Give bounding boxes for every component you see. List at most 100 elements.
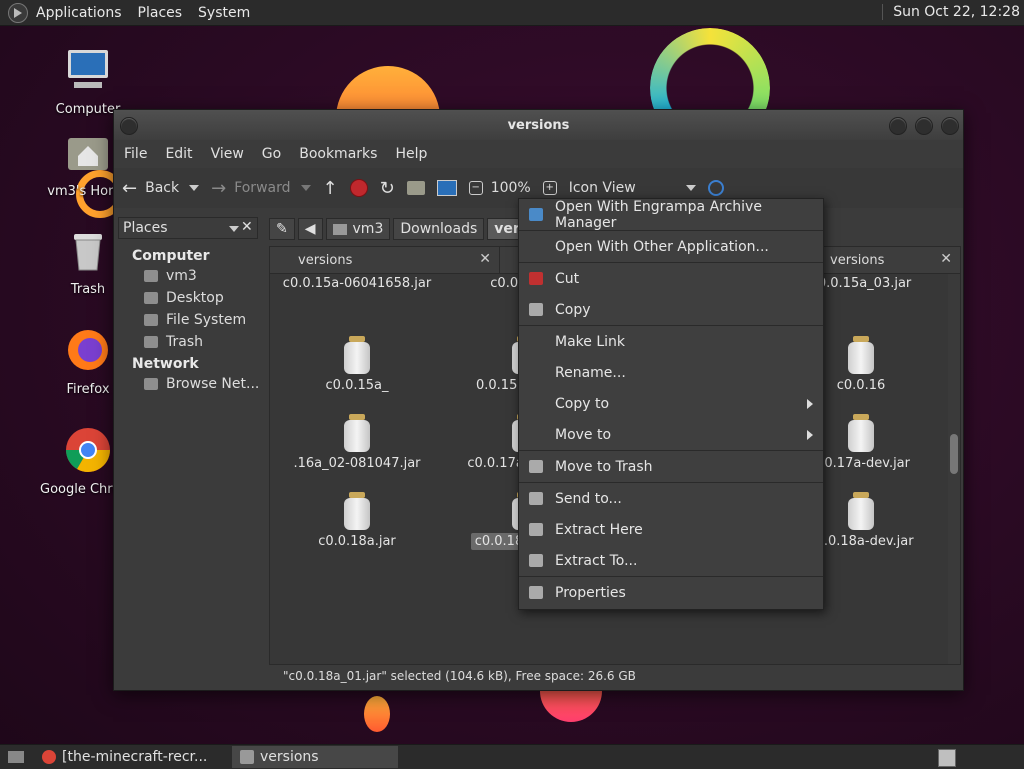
chevron-left-icon: ◀ [304,221,316,237]
file-item[interactable]: c0.0.15a_ [282,336,432,393]
computer-button[interactable] [436,180,457,196]
up-button[interactable]: ↑ [323,178,338,199]
chevron-down-icon[interactable] [300,185,311,191]
close-icon[interactable]: ✕ [479,251,491,267]
close-icon[interactable]: ✕ [940,251,952,267]
menu-item-rename[interactable]: Rename... [519,357,823,388]
trash-icon [529,460,543,473]
jar-file-icon [342,336,372,374]
desktop-icon [8,751,24,763]
menu-item-properties[interactable]: Properties [519,577,823,608]
menu-item-cut[interactable]: Cut [519,263,823,294]
taskbar-item-versions[interactable]: versions [232,746,398,768]
send-icon [529,492,543,505]
trash-icon [74,234,102,271]
menu-item-copy[interactable]: Copy [519,294,823,325]
firefox-icon [68,330,108,370]
forward-button[interactable]: → Forward [211,178,311,199]
menu-item-make-link[interactable]: Make Link [519,326,823,357]
clock[interactable]: Sun Oct 22, 12:28 [882,4,1020,20]
desktop-icon-computer[interactable]: Computer [40,46,136,117]
path-segment-downloads[interactable]: Downloads [393,218,485,240]
menu-applications[interactable]: Applications [36,5,122,21]
maximize-button[interactable] [915,117,933,135]
home-folder-icon [144,270,158,282]
window-menu-button[interactable] [120,117,138,135]
workspace-switcher[interactable] [938,749,956,767]
menu-item-copy-to[interactable]: Copy to [519,388,823,419]
archive-manager-icon [529,208,543,221]
file-name: 0.0.17a-dev.jar [812,456,910,471]
computer-icon [436,180,457,196]
home-button[interactable] [406,181,425,195]
scrollbar-thumb[interactable] [950,434,958,474]
menu-bookmarks[interactable]: Bookmarks [299,146,377,162]
file-name: c0.0.15a_ [325,378,389,393]
jar-file-icon [342,414,372,452]
menu-item-move-to[interactable]: Move to [519,419,823,450]
file-name: c0.0.15a_03.jar [810,276,912,291]
sidebar-selector[interactable]: Places ✕ [118,217,258,239]
chevron-down-icon[interactable] [189,185,200,191]
file-item[interactable]: c0.0.15a-06041658.jar [282,276,432,291]
sidebar-item-file-system[interactable]: File System [144,312,262,328]
file-name: c0.0.18a.jar [318,534,396,549]
menu-places[interactable]: Places [138,5,183,21]
path-segment-vm3[interactable]: vm3 [325,218,391,240]
zoom-in-button[interactable]: + [542,181,557,195]
menu-item-move-to-trash[interactable]: Move to Trash [519,451,823,482]
menu-view[interactable]: View [211,146,244,162]
sidebar-item-trash[interactable]: Trash [144,334,262,350]
menu-edit[interactable]: Edit [165,146,192,162]
stop-button[interactable] [349,179,368,197]
search-button[interactable] [707,180,724,196]
mate-logo-icon[interactable] [8,2,28,23]
extract-icon [529,554,543,567]
menu-item-open-with-engrampa[interactable]: Open With Engrampa Archive Manager [519,199,823,231]
window-titlebar[interactable]: versions [114,110,963,140]
menu-system[interactable]: System [198,5,250,21]
sidebar-section-network: Network [132,356,199,372]
extract-icon [529,523,543,536]
back-button[interactable]: ← Back [122,178,200,199]
show-desktop-button[interactable] [0,746,32,768]
chevron-down-icon [229,226,239,232]
menu-item-extract-to[interactable]: Extract To... [519,545,823,576]
close-button[interactable] [941,117,959,135]
sidebar-item-browse-network[interactable]: Browse Net... [144,376,262,392]
sidebar-item-desktop[interactable]: Desktop [144,290,262,306]
home-folder-icon [68,138,108,170]
sidebar-item-vm3[interactable]: vm3 [144,268,262,284]
view-mode-select[interactable]: Icon View [569,180,696,196]
context-menu: Open With Engrampa Archive Manager Open … [518,198,824,610]
file-item[interactable]: .16a_02-081047.jar [282,414,432,471]
edit-location-button[interactable]: ✎ [269,218,295,240]
menu-file[interactable]: File [124,146,147,162]
sidebar-section-computer: Computer [132,248,210,264]
menubar: File Edit View Go Bookmarks Help [114,140,963,168]
file-name: c0.0.16 [836,378,886,393]
chevron-right-icon [807,399,813,409]
computer-icon [68,50,108,88]
menu-item-extract-here[interactable]: Extract Here [519,514,823,545]
sidebar: Computer vm3 Desktop File System Trash N… [118,242,262,662]
taskbar-item-chrome[interactable]: [the-minecraft-recr... [34,746,230,768]
file-name: c0.0.15a-06041658.jar [282,276,432,291]
minimize-button[interactable] [889,117,907,135]
menu-item-send-to[interactable]: Send to... [519,483,823,514]
zoom-out-button[interactable]: −100% [468,180,531,196]
menu-help[interactable]: Help [395,146,427,162]
scrollbar[interactable] [948,274,960,664]
path-scroll-left[interactable]: ◀ [297,218,323,240]
reload-button[interactable]: ↻ [380,178,395,199]
close-icon[interactable]: ✕ [241,219,253,235]
menu-go[interactable]: Go [262,146,281,162]
tab-versions-1[interactable]: versions ✕ [270,247,500,273]
jar-file-icon [846,492,876,530]
chrome-icon [42,750,56,764]
chrome-icon [66,428,110,472]
file-name: .16a_02-081047.jar [293,456,421,471]
zoom-level: 100% [490,180,531,196]
menu-item-open-with-other[interactable]: Open With Other Application... [519,231,823,262]
file-item[interactable]: c0.0.18a.jar [282,492,432,549]
